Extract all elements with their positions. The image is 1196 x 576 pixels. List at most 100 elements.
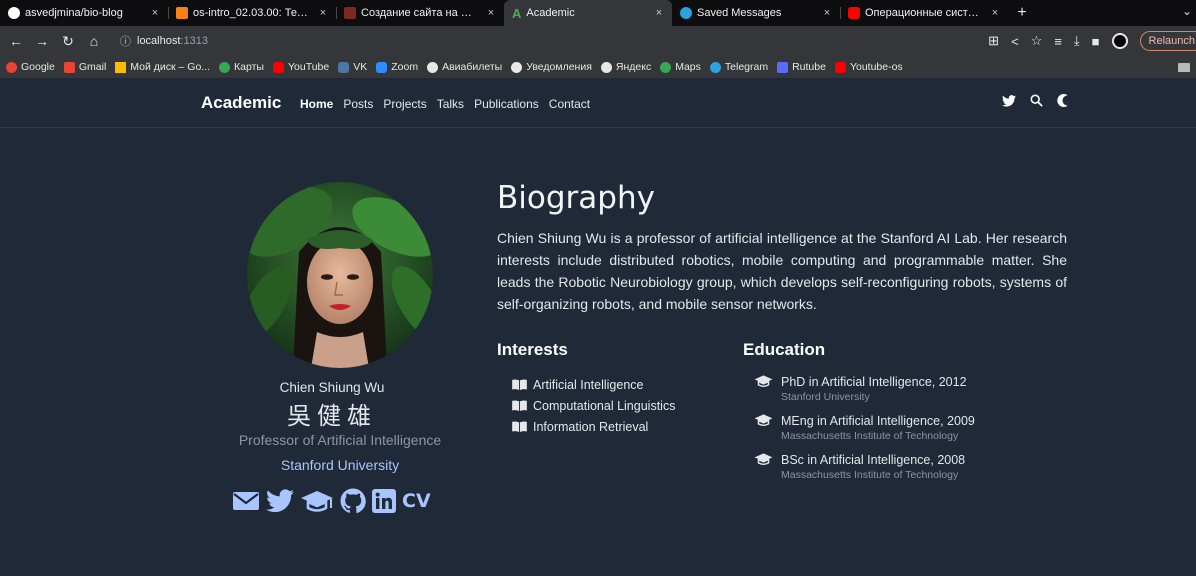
nav-posts[interactable]: Posts [343, 97, 373, 111]
browser-tab[interactable]: Создание сайта на Hugo × [336, 0, 504, 26]
vk-icon [338, 61, 350, 73]
education-item: PhD in Artificial Intelligence, 2012 Sta… [754, 374, 975, 404]
book-open-icon [512, 400, 527, 411]
share-icon[interactable]: < [1011, 34, 1019, 49]
address-port: :1313 [180, 35, 208, 47]
nav-publications[interactable]: Publications [474, 97, 539, 111]
address-host: localhost [137, 35, 181, 47]
youtube-icon [272, 61, 284, 73]
bookmark-item[interactable]: Youtube-os [834, 61, 903, 73]
interest-label: Artificial Intelligence [533, 377, 644, 392]
download-icon[interactable]: ⤓ [1074, 33, 1080, 49]
browser-toolbar: ← → ↻ ⌂ ⓘ localhost:1313 ⊞ < ☆ ≡ ⤓ ■ Rel… [0, 26, 1196, 56]
interest-item: Computational Linguistics [512, 395, 675, 416]
nav-home[interactable]: Home [300, 97, 333, 111]
bookmark-item[interactable]: Карты [219, 61, 264, 73]
tab-close-icon[interactable]: × [652, 7, 666, 19]
tab-close-icon[interactable]: × [988, 7, 1002, 19]
telegram-icon [680, 7, 692, 19]
envelope-icon[interactable] [232, 490, 260, 512]
browser-tab-bar: asvedjmina/bio-blog × os-intro_02.03.00:… [0, 0, 1196, 26]
profile-name-chinese: 吳健雄 [287, 402, 377, 430]
youtube-icon [848, 7, 860, 19]
profile-avatar-image [247, 182, 433, 368]
install-app-icon[interactable]: ⊞ [988, 33, 999, 49]
interest-label: Information Retrieval [533, 419, 649, 434]
bookmark-item[interactable]: Maps [660, 61, 701, 73]
graduation-cap-icon [754, 375, 773, 388]
tab-close-icon[interactable]: × [316, 7, 330, 19]
bookmark-label: Rutube [792, 61, 826, 73]
tab-search-icon[interactable]: ⌄ [1182, 4, 1192, 18]
bookmark-label: Maps [675, 61, 701, 73]
bookmark-label: Gmail [78, 61, 107, 73]
bookmark-item[interactable]: Rutube [777, 61, 826, 73]
bookmark-item[interactable]: Gmail [63, 61, 107, 73]
nav-talks[interactable]: Talks [437, 97, 464, 111]
cv-link[interactable]: CV [402, 490, 431, 512]
globe-icon [600, 61, 612, 73]
bookmark-item[interactable]: Мой диск – Go... [115, 61, 210, 73]
tab-close-icon[interactable]: × [148, 7, 162, 19]
education-title: Education [743, 340, 826, 359]
bookmark-label: Уведомления [526, 61, 592, 73]
tab-title: Saved Messages [697, 7, 782, 19]
profile-name: Chien Shiung Wu [279, 380, 385, 395]
tab-title: os-intro_02.03.00: Техни [193, 7, 311, 19]
bookmark-star-icon[interactable]: ☆ [1031, 33, 1043, 49]
site-info-icon[interactable]: ⓘ [120, 33, 131, 49]
other-bookmarks-folder-icon[interactable] [1178, 62, 1190, 72]
new-tab-button[interactable]: + [1008, 0, 1036, 26]
bookmark-item[interactable]: Яндекс [600, 61, 652, 73]
graduation-cap-icon [754, 414, 773, 427]
bookmark-label: Яндекс [615, 61, 652, 73]
bookmark-item[interactable]: VK [338, 61, 367, 73]
side-panel-icon[interactable]: ■ [1092, 34, 1100, 49]
profile-organization[interactable]: Stanford University [210, 457, 470, 473]
nav-projects[interactable]: Projects [383, 97, 426, 111]
interests-list: Artificial Intelligence Computational Li… [512, 374, 675, 437]
biography-text: Chien Shiung Wu is a professor of artifi… [497, 230, 1067, 312]
education-course: BSc in Artificial Intelligence, 2008 [781, 453, 966, 467]
forward-icon[interactable]: → [34, 33, 50, 49]
bookmark-item[interactable]: Уведомления [511, 61, 592, 73]
nav-contact[interactable]: Contact [549, 97, 590, 111]
bookmark-item[interactable]: Telegram [709, 61, 768, 73]
maps-icon [660, 61, 672, 73]
reload-icon[interactable]: ↻ [60, 33, 76, 50]
relaunch-button[interactable]: Relaunch [1139, 31, 1196, 51]
main-content: Chien Shiung Wu 吳健雄 Professor of Artific… [0, 128, 1196, 576]
back-icon[interactable]: ← [8, 33, 24, 49]
profile-avatar[interactable] [1111, 33, 1128, 49]
interest-item: Artificial Intelligence [512, 374, 675, 395]
tab-close-icon[interactable]: × [484, 7, 498, 19]
browser-tab[interactable]: Операционные системы × [840, 0, 1008, 26]
linkedin-icon[interactable] [372, 489, 396, 513]
globe-icon [427, 61, 439, 73]
github-icon[interactable] [340, 488, 366, 514]
maps-icon [219, 61, 231, 73]
twitter-icon[interactable] [1002, 94, 1016, 107]
site-brand[interactable]: Academic [201, 93, 281, 113]
twitter-icon[interactable] [266, 489, 294, 513]
browser-tab[interactable]: os-intro_02.03.00: Техни × [168, 0, 336, 26]
tab-close-icon[interactable]: × [820, 7, 834, 19]
graduation-cap-icon[interactable] [300, 489, 334, 513]
home-icon[interactable]: ⌂ [86, 33, 102, 49]
browser-tab[interactable]: asvedjmina/bio-blog × [0, 0, 168, 26]
hugo-icon [344, 7, 356, 19]
reading-list-icon[interactable]: ≡ [1054, 34, 1062, 49]
bookmark-item[interactable]: YouTube [272, 61, 329, 73]
dark-mode-moon-icon[interactable] [1057, 94, 1068, 107]
browser-tab-active[interactable]: A Academic × [504, 0, 672, 26]
bookmark-item[interactable]: Авиабилеты [427, 61, 502, 73]
tab-title: asvedjmina/bio-blog [25, 7, 123, 19]
moodle-icon [176, 7, 188, 19]
address-bar[interactable]: ⓘ localhost:1313 [112, 30, 978, 52]
globe-icon [511, 61, 523, 73]
bookmark-item[interactable]: Zoom [376, 61, 418, 73]
browser-tab[interactable]: Saved Messages × [672, 0, 840, 26]
bookmark-item[interactable]: Google [6, 61, 55, 73]
education-institution: Massachusetts Institute of Technology [781, 469, 959, 481]
search-icon[interactable] [1030, 94, 1043, 107]
